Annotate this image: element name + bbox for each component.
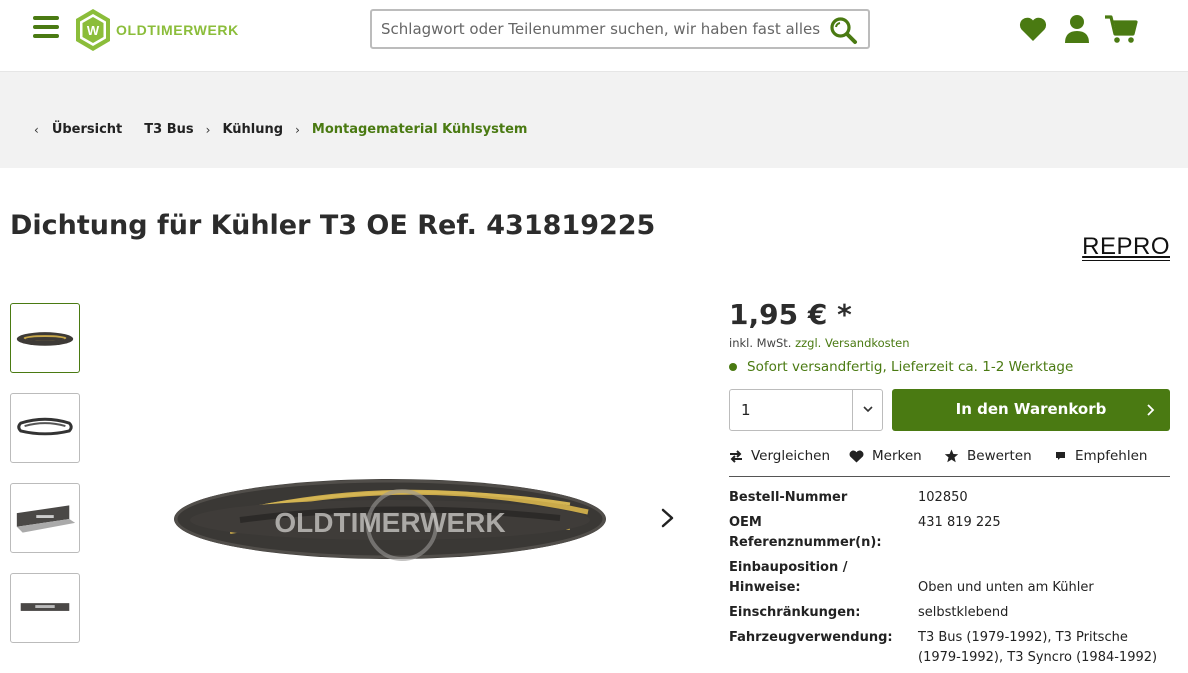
menu-icon[interactable] bbox=[33, 16, 59, 40]
property-key: Fahrzeugverwendung: bbox=[729, 630, 893, 645]
property-value: selbstklebend bbox=[918, 605, 1009, 620]
search-icon[interactable] bbox=[828, 15, 858, 45]
add-to-cart-button[interactable]: In den Warenkorb bbox=[892, 389, 1170, 431]
product-properties: Bestell-Nummer 102850 OEM Referenznummer… bbox=[729, 488, 1170, 673]
recommend-label: Empfehlen bbox=[1075, 448, 1148, 464]
property-row: OEM Referenznummer(n): 431 819 225 bbox=[729, 513, 1170, 553]
property-row: Einbauposition / Hinweise: Oben und unte… bbox=[729, 558, 1170, 598]
quantity-divider bbox=[852, 390, 853, 430]
review-action[interactable]: Bewerten bbox=[944, 448, 1032, 464]
manufacturer-link[interactable]: REPRO bbox=[1082, 234, 1170, 261]
star-icon bbox=[944, 449, 959, 463]
search-bar bbox=[370, 9, 870, 49]
property-key: Bestell-Nummer bbox=[729, 490, 848, 505]
tax-prefix: inkl. MwSt. bbox=[729, 336, 792, 350]
comment-icon bbox=[1056, 452, 1065, 460]
breadcrumb-item-t3-bus[interactable]: T3 Bus bbox=[144, 122, 193, 137]
tax-info: inkl. MwSt. zzgl. Versandkosten bbox=[729, 336, 910, 350]
gasket-loop-thumbnail-image bbox=[17, 417, 73, 436]
compare-icon bbox=[730, 449, 742, 463]
product-actions: Vergleichen Merken Bewerten Empfehlen bbox=[729, 446, 1170, 477]
chevron-right-icon: › bbox=[205, 122, 211, 137]
site-header: W OLDTIMERWERK bbox=[0, 0, 1188, 72]
heart-icon[interactable] bbox=[1018, 14, 1048, 44]
page-title: Dichtung für Kühler T3 OE Ref. 431819225 bbox=[10, 210, 656, 241]
compare-label: Vergleichen bbox=[751, 448, 831, 464]
chevron-left-icon: ‹ bbox=[34, 122, 39, 137]
svg-text:W: W bbox=[87, 23, 100, 38]
availability-text: Sofort versandfertig, Lieferzeit ca. 1-2… bbox=[747, 359, 1074, 375]
chevron-right-icon: › bbox=[295, 122, 300, 137]
product-main-image[interactable]: OLDTIMERWERK bbox=[150, 300, 640, 670]
property-value: T3 Bus (1979-1992), T3 Pritsche (1979-19… bbox=[918, 630, 1158, 665]
property-row: Fahrzeugverwendung: T3 Bus (1979-1992), … bbox=[729, 628, 1170, 668]
property-value: 102850 bbox=[918, 490, 968, 505]
thumbnail-3[interactable] bbox=[10, 483, 80, 553]
review-label: Bewerten bbox=[967, 448, 1032, 464]
search-input[interactable] bbox=[381, 19, 821, 39]
breadcrumb-band: ‹ Übersicht T3 Bus › Kühlung › Montagema… bbox=[0, 72, 1188, 168]
thumbnail-1[interactable] bbox=[10, 303, 80, 373]
thumbnail-2[interactable] bbox=[10, 393, 80, 463]
shipping-costs-link[interactable]: zzgl. Versandkosten bbox=[795, 336, 909, 350]
chevron-right-icon bbox=[1147, 404, 1155, 416]
cart-icon[interactable] bbox=[1104, 14, 1138, 44]
quantity-select[interactable]: 1 bbox=[729, 389, 883, 431]
property-row: Bestell-Nummer 102850 bbox=[729, 488, 1170, 508]
remember-action[interactable]: Merken bbox=[849, 448, 922, 464]
add-to-cart-label: In den Warenkorb bbox=[955, 400, 1107, 418]
property-value: 431 819 225 bbox=[918, 515, 1001, 530]
compare-action[interactable]: Vergleichen bbox=[729, 448, 830, 464]
thumbnail-4[interactable] bbox=[10, 573, 80, 643]
property-key: OEM Referenznummer(n): bbox=[729, 515, 882, 550]
chevron-down-icon bbox=[863, 406, 873, 413]
availability: Sofort versandfertig, Lieferzeit ca. 1-2… bbox=[729, 359, 1073, 375]
property-key: Einbauposition / Hinweise: bbox=[729, 560, 848, 595]
property-key: Einschränkungen: bbox=[729, 605, 861, 620]
gasket-thumbnail-image bbox=[16, 332, 74, 346]
logo[interactable]: W OLDTIMERWERK bbox=[74, 8, 239, 52]
watermark-text: OLDTIMERWERK bbox=[274, 507, 505, 538]
breadcrumb-item-kuehlung[interactable]: Kühlung bbox=[222, 122, 283, 137]
property-row: Einschränkungen: selbstklebend bbox=[729, 603, 1170, 623]
heart-icon bbox=[849, 450, 864, 462]
user-icon[interactable] bbox=[1063, 14, 1091, 44]
remember-label: Merken bbox=[872, 448, 922, 464]
breadcrumb: ‹ Übersicht T3 Bus › Kühlung › Montagema… bbox=[34, 122, 527, 137]
breadcrumb-item-uebersicht[interactable]: Übersicht bbox=[52, 122, 122, 137]
quantity-value: 1 bbox=[741, 401, 751, 419]
breadcrumb-item-current[interactable]: Montagematerial Kühlsystem bbox=[312, 122, 528, 137]
availability-dot-icon bbox=[729, 363, 737, 371]
logo-text: OLDTIMERWERK bbox=[116, 22, 239, 38]
property-value: Oben und unten am Kühler bbox=[918, 580, 1094, 595]
gallery-next-icon[interactable] bbox=[655, 503, 681, 533]
logo-mark-icon: W bbox=[76, 9, 110, 51]
product-price: 1,95 € * bbox=[729, 298, 852, 331]
gasket-flat-thumbnail-image bbox=[20, 603, 70, 611]
gasket-strip-thumbnail-image bbox=[16, 505, 76, 533]
recommend-action[interactable]: Empfehlen bbox=[1054, 448, 1147, 464]
